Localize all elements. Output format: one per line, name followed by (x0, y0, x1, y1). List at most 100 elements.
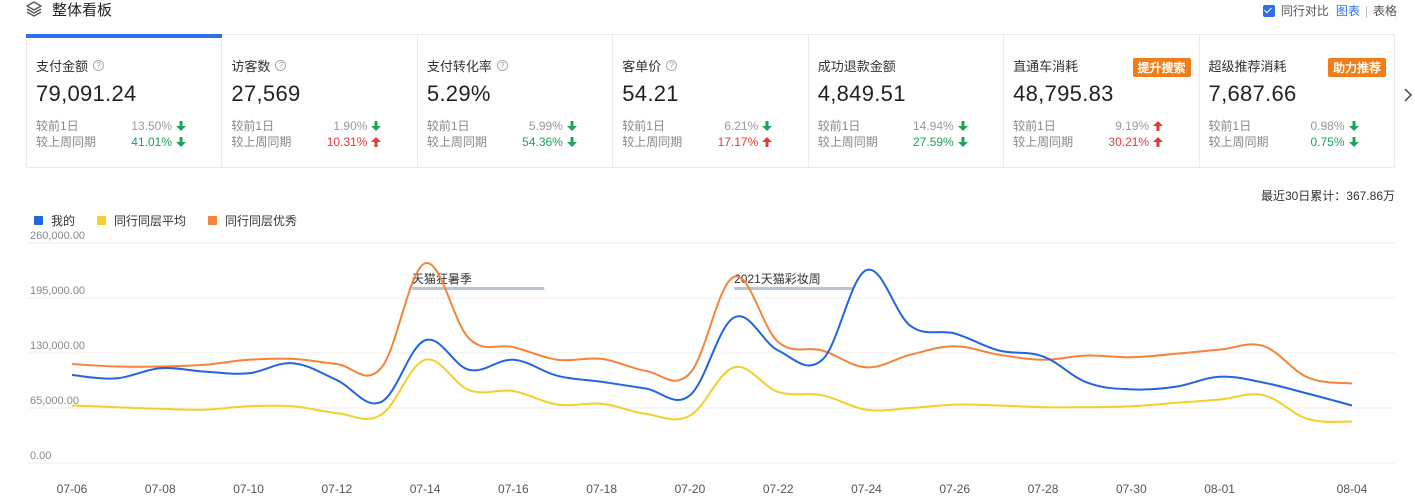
x-tick-label: 08-04 (1337, 482, 1368, 496)
compare-week-row: 较上周同期 54.36% (427, 134, 577, 150)
arrow-down-icon (176, 137, 186, 147)
x-tick-label: 07-18 (586, 482, 617, 496)
layers-icon (26, 1, 42, 17)
legend-label: 同行同层平均 (114, 214, 187, 228)
x-tick-label: 07-20 (675, 482, 706, 496)
arrow-down-icon (762, 121, 773, 131)
y-tick-label: 195,000.00 (30, 285, 85, 297)
page-title: 整体看板 (52, 2, 113, 19)
series-line-peer-excellent (71, 262, 1353, 385)
arrow-down-icon (176, 121, 186, 131)
y-tick-label: 0.00 (30, 450, 51, 462)
arrow-down-icon (1348, 137, 1359, 147)
x-tick-label: 07-24 (851, 482, 882, 496)
arrow-down-icon (957, 137, 968, 147)
series-line-mine (71, 268, 1353, 407)
compare-week-row: 较上周同期 10.31% (231, 134, 382, 150)
x-tick-label: 07-12 (321, 482, 352, 496)
metric-name: 访客数? (231, 57, 416, 74)
summary-total: 最近30日累计：367.86万 (1260, 189, 1395, 203)
x-tick-label: 07-26 (939, 482, 970, 496)
legend-swatch (97, 216, 107, 225)
metric-comparison: 较前1日 6.21% 较上周同期 17.17% (622, 118, 807, 150)
x-tick-label: 07-06 (57, 482, 88, 496)
metric-badge-button[interactable]: 助力推荐 (1327, 58, 1386, 77)
arrow-up-icon (371, 137, 382, 147)
metric-value: 79,091.24 (36, 81, 137, 106)
legend-item-mine[interactable]: 我的 (34, 212, 75, 229)
metric-name: 成功退款金额 (817, 58, 896, 74)
metric-comparison: 较前1日 5.99% 较上周同期 54.36% (427, 118, 612, 150)
metric-card[interactable]: 成功退款金额 4,849.51 较前1日 14.94% 较上周同期 27.59% (809, 35, 1005, 167)
metric-value: 4,849.51 (817, 81, 906, 106)
compare-day-row: 较前1日 0.98% (1209, 118, 1359, 134)
help-icon[interactable]: ? (275, 59, 287, 71)
y-tick-label: 260,000.00 (30, 230, 85, 242)
view-separator: | (1364, 3, 1368, 18)
legend-item-peer-excellent[interactable]: 同行同层优秀 (208, 212, 297, 229)
metric-comparison: 较前1日 0.98% 较上周同期 0.75% (1209, 118, 1394, 150)
metric-comparison: 较前1日 1.90% 较上周同期 10.31% (231, 118, 416, 150)
metric-value: 7,687.66 (1208, 81, 1297, 106)
metric-card[interactable]: 客单价? 54.21 较前1日 6.21% 较上周同期 17.17% (613, 35, 809, 167)
line-chart: 0.00 65,000.00 130,000.00 195,000.00 260,000… (28, 230, 1395, 496)
metric-card[interactable]: 支付转化率? 5.29% 较前1日 5.99% 较上周同期 54.36% (418, 35, 614, 167)
metric-name: 支付金额? (36, 57, 221, 74)
compare-week-row: 较上周同期 17.17% (622, 134, 773, 150)
legend-swatch (34, 216, 43, 225)
x-tick-label: 07-30 (1116, 482, 1147, 496)
x-tick-label: 07-08 (145, 482, 176, 496)
arrow-up-icon (1153, 121, 1164, 131)
metric-value: 54.21 (622, 81, 679, 106)
metric-card[interactable]: 支付金额? 79,091.24 较前1日 13.50% 较上周同期 41.01% (25, 34, 223, 167)
metric-value: 5.29% (426, 81, 491, 106)
event-annotation-bar (411, 287, 545, 290)
compare-label[interactable]: 同行对比 (1281, 2, 1329, 19)
view-controls: 同行对比 图表 | 表格 (1262, 2, 1397, 19)
legend-label: 我的 (51, 214, 76, 228)
metric-value: 48,795.83 (1013, 81, 1114, 106)
chart-legend: 我的 同行同层平均 同行同层优秀 (34, 212, 319, 229)
metric-card[interactable]: 访客数? 27,569 较前1日 1.90% 较上周同期 10.31% (222, 35, 418, 167)
compare-day-row: 较前1日 5.99% (427, 118, 577, 134)
metric-card[interactable]: 直通车消耗 提升搜索 48,795.83 较前1日 9.19% 较上周同期 30.21% (1004, 35, 1200, 167)
x-tick-label: 07-10 (233, 482, 264, 496)
view-chart-link[interactable]: 图表 (1336, 2, 1360, 19)
dashboard-header: 整体看板 同行对比 图表 | 表格 (0, 0, 1415, 28)
x-tick-label: 07-28 (1028, 482, 1059, 496)
help-icon[interactable]: ? (93, 59, 105, 71)
metric-comparison: 较前1日 14.94% 较上周同期 27.59% (818, 118, 1003, 150)
metric-value: 27,569 (231, 81, 301, 106)
arrow-down-icon (566, 137, 577, 147)
y-tick-label: 65,000.00 (30, 395, 79, 407)
compare-day-row: 较前1日 6.21% (622, 118, 773, 134)
compare-day-row: 较前1日 9.19% (1013, 118, 1164, 134)
compare-week-row: 较上周同期 41.01% (36, 134, 186, 150)
help-icon[interactable]: ? (666, 59, 678, 71)
compare-week-row: 较上周同期 30.21% (1013, 134, 1164, 150)
chevron-right-icon[interactable] (1402, 86, 1414, 104)
arrow-down-icon (1348, 121, 1359, 131)
metric-cards: 支付金额? 79,091.24 较前1日 13.50% 较上周同期 41.01% 访客数?… (25, 34, 1395, 168)
help-icon[interactable]: ? (496, 59, 508, 71)
compare-checkbox[interactable] (1262, 4, 1275, 17)
legend-swatch (208, 216, 218, 225)
compare-day-row: 较前1日 13.50% (36, 118, 186, 134)
arrow-down-icon (371, 121, 382, 131)
event-annotation-bar (734, 287, 854, 290)
legend-label: 同行同层优秀 (225, 214, 298, 228)
metric-name: 支付转化率? (427, 57, 612, 74)
x-tick-label: 07-22 (763, 482, 794, 496)
x-tick-label: 08-01 (1204, 482, 1235, 496)
view-table-link[interactable]: 表格 (1373, 2, 1397, 19)
compare-day-row: 较前1日 14.94% (818, 118, 968, 134)
arrow-down-icon (957, 121, 968, 131)
legend-item-peer-average[interactable]: 同行同层平均 (97, 212, 186, 229)
compare-week-row: 较上周同期 27.59% (818, 134, 968, 150)
compare-day-row: 较前1日 1.90% (231, 118, 382, 134)
arrow-up-icon (762, 137, 773, 147)
arrow-down-icon (566, 121, 577, 131)
x-tick-label: 07-16 (498, 482, 529, 496)
metric-card[interactable]: 超级推荐消耗 助力推荐 7,687.66 较前1日 0.98% 较上周同期 0.75% (1200, 35, 1394, 167)
metric-badge-button[interactable]: 提升搜索 (1132, 58, 1191, 77)
